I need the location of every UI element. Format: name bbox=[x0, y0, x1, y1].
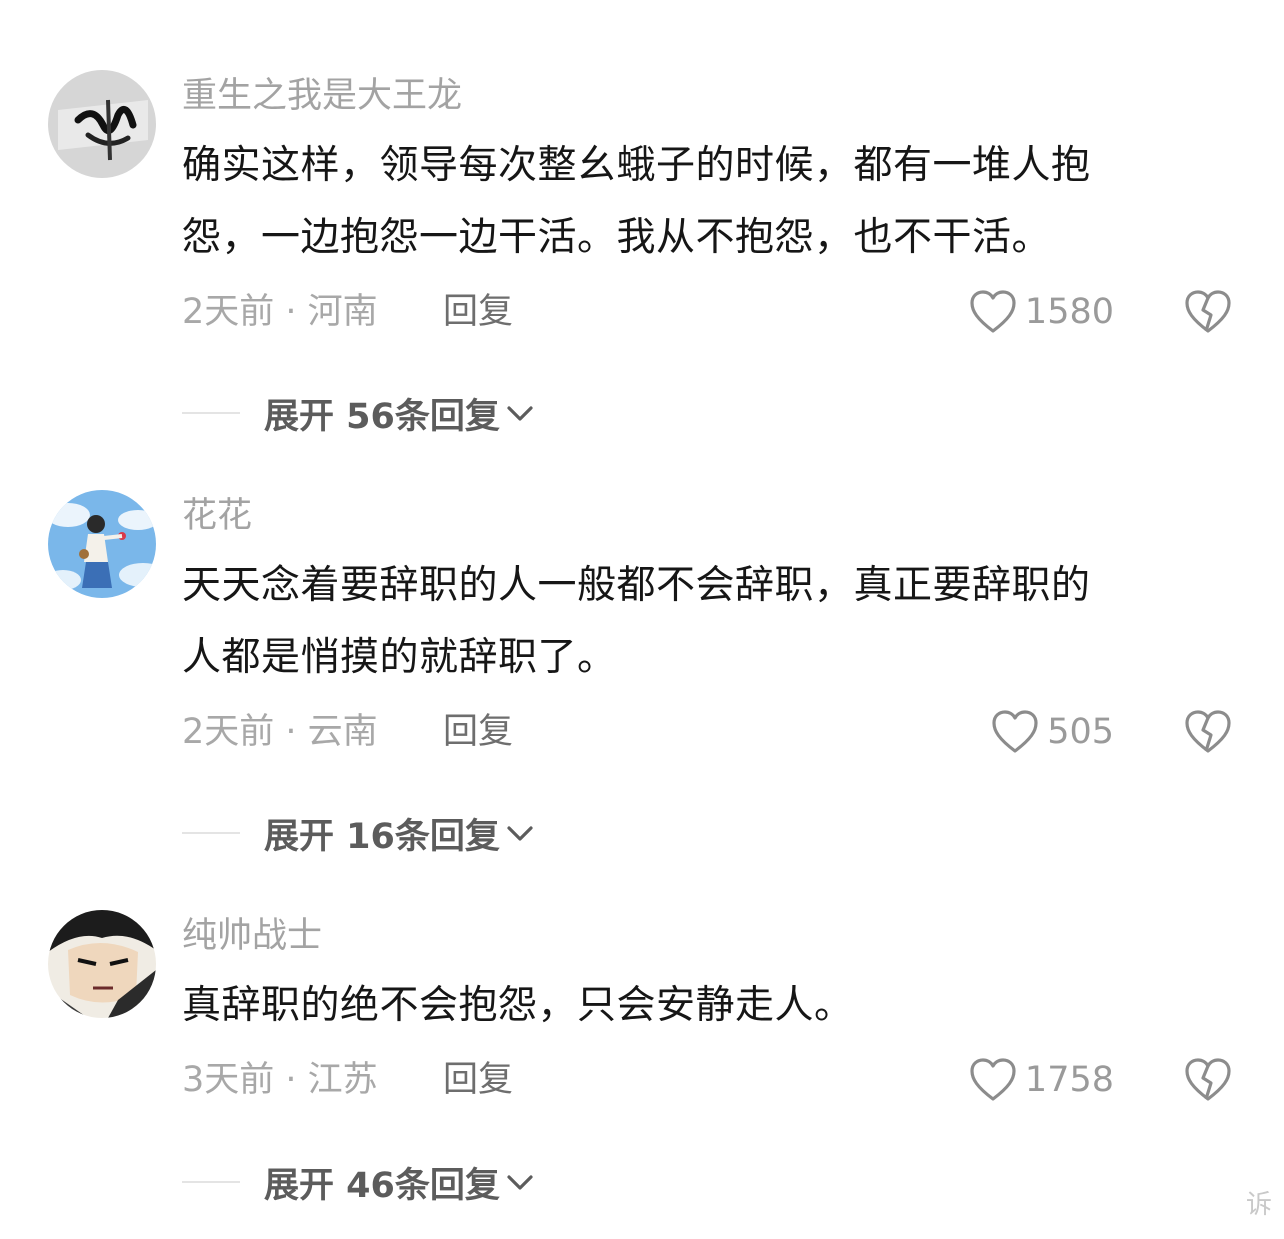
comment-username[interactable]: 重生之我是大王龙 bbox=[182, 74, 462, 118]
comment-text-line: 天天念着要辞职的人一般都不会辞职，真正要辞职的 bbox=[182, 563, 1091, 608]
reply-button[interactable]: 回复 bbox=[443, 1058, 513, 1102]
heart-outline-icon bbox=[970, 1058, 1016, 1101]
expand-replies[interactable]: 展开 56条回复 bbox=[182, 391, 536, 437]
like-button[interactable]: 1758 bbox=[969, 1055, 1114, 1105]
avatar[interactable] bbox=[48, 490, 156, 598]
like-button[interactable]: 505 bbox=[991, 707, 1114, 757]
expand-replies[interactable]: 展开 16条回复 bbox=[182, 811, 536, 857]
expand-replies-label: 展开 56条回复 bbox=[264, 396, 500, 437]
like-count: 1758 bbox=[1024, 1060, 1114, 1100]
comment-username[interactable]: 花花 bbox=[182, 494, 252, 538]
comment-text-line: 真辞职的绝不会抱怨，只会安静走人。 bbox=[182, 983, 854, 1028]
comment-text-line: 确实这样，领导每次整幺蛾子的时候，都有一堆人抱 bbox=[182, 143, 1091, 188]
like-button[interactable]: 1580 bbox=[969, 287, 1114, 337]
avatar-image bbox=[48, 70, 156, 178]
like-count: 505 bbox=[1047, 712, 1114, 752]
avatar[interactable] bbox=[48, 910, 156, 1018]
divider-line bbox=[182, 832, 240, 834]
like-count: 1580 bbox=[1024, 292, 1114, 332]
comment-text: 真辞职的绝不会抱怨，只会安静走人。 bbox=[182, 970, 1212, 1042]
watermark: 诉 bbox=[1245, 1190, 1272, 1220]
comment-meta: 3天前 · 江苏 bbox=[182, 1060, 378, 1100]
expand-replies-label: 展开 16条回复 bbox=[264, 816, 500, 857]
divider-line bbox=[182, 412, 240, 414]
comment-text-line: 怨，一边抱怨一边干活。我从不抱怨，也不干活。 bbox=[182, 215, 1052, 260]
broken-heart-icon[interactable] bbox=[1184, 289, 1232, 335]
comment-text-line: 人都是悄摸的就辞职了。 bbox=[182, 635, 617, 680]
expand-replies[interactable]: 展开 46条回复 bbox=[182, 1160, 536, 1206]
comment-text: 确实这样，领导每次整幺蛾子的时候，都有一堆人抱 怨，一边抱怨一边干活。我从不抱怨… bbox=[182, 130, 1212, 274]
avatar-image bbox=[48, 910, 156, 1018]
comment-meta: 2天前 · 河南 bbox=[182, 292, 378, 332]
reply-button[interactable]: 回复 bbox=[443, 710, 513, 754]
heart-outline-icon bbox=[970, 290, 1016, 333]
comment-item: 重生之我是大王龙 确实这样，领导每次整幺蛾子的时候，都有一堆人抱 怨，一边抱怨一… bbox=[0, 0, 1284, 460]
comment-text: 天天念着要辞职的人一般都不会辞职，真正要辞职的 人都是悄摸的就辞职了。 bbox=[182, 550, 1212, 694]
chevron-down-icon bbox=[507, 406, 533, 421]
heart-outline-icon bbox=[992, 710, 1038, 753]
broken-heart-icon[interactable] bbox=[1184, 1057, 1232, 1103]
expand-replies-label: 展开 46条回复 bbox=[264, 1165, 500, 1206]
reply-button[interactable]: 回复 bbox=[443, 290, 513, 334]
broken-heart-icon[interactable] bbox=[1184, 709, 1232, 755]
chevron-down-icon bbox=[507, 1175, 533, 1190]
avatar[interactable] bbox=[48, 70, 156, 178]
avatar-image bbox=[48, 490, 156, 598]
divider-line bbox=[182, 1181, 240, 1183]
comment-username[interactable]: 纯帅战士 bbox=[182, 914, 322, 958]
chevron-down-icon bbox=[507, 826, 533, 841]
comment-meta: 2天前 · 云南 bbox=[182, 712, 378, 752]
